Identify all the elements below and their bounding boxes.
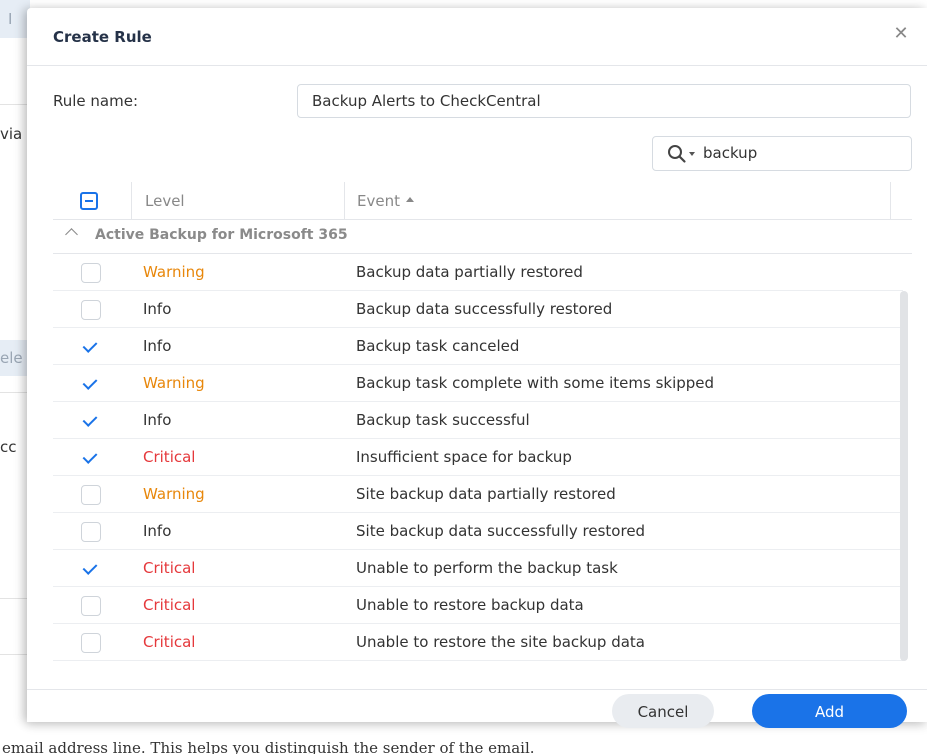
row-event: Unable to restore the site backup data	[356, 633, 645, 651]
table-row[interactable]: Critical Unable to perform the backup tas…	[53, 550, 903, 587]
row-level: Critical	[143, 596, 196, 614]
row-checkbox[interactable]	[81, 337, 101, 357]
row-level: Critical	[143, 448, 196, 466]
rule-name-label: Rule name:	[53, 92, 139, 110]
background-fragment: I	[8, 10, 13, 28]
row-event: Insufficient space for backup	[356, 448, 572, 466]
table-row[interactable]: Critical Unable to restore the site backu…	[53, 624, 903, 661]
row-level: Critical	[143, 633, 196, 651]
row-level: Info	[143, 300, 172, 318]
table-row[interactable]: Critical Unable to restore backup data	[53, 587, 903, 624]
background-divider	[0, 654, 30, 655]
add-button[interactable]: Add	[752, 694, 907, 728]
table-header: Level Event	[53, 182, 912, 220]
sort-ascending-icon	[405, 197, 414, 202]
row-checkbox[interactable]	[81, 559, 101, 579]
row-level: Info	[143, 522, 172, 540]
background-header-strip	[0, 0, 30, 38]
row-event: Backup data successfully restored	[356, 300, 613, 318]
row-checkbox[interactable]	[81, 485, 101, 505]
table-row[interactable]: Warning Backup data partially restored	[53, 254, 903, 291]
cancel-button[interactable]: Cancel	[612, 694, 714, 728]
dialog-title: Create Rule	[53, 28, 152, 46]
search-input[interactable]: backup	[703, 137, 757, 170]
column-divider	[890, 182, 891, 219]
row-event: Backup task complete with some items ski…	[356, 374, 715, 392]
table-row[interactable]: Warning Backup task complete with some it…	[53, 365, 903, 402]
column-header-event[interactable]: Event	[357, 192, 414, 210]
column-divider	[344, 182, 345, 219]
row-event: Site backup data successfully restored	[356, 522, 646, 540]
search-icon[interactable]	[667, 144, 687, 164]
close-icon[interactable]: ✕	[889, 22, 913, 46]
row-event: Backup task successful	[356, 411, 530, 429]
group-title: Active Backup for Microsoft 365	[95, 227, 348, 243]
column-header-event-label: Event	[357, 192, 400, 210]
row-checkbox[interactable]	[81, 522, 101, 542]
row-event: Unable to perform the backup task	[356, 559, 618, 577]
background-bottom-text: email address line. This helps you disti…	[2, 739, 535, 754]
row-level: Warning	[143, 485, 205, 503]
table-row[interactable]: Warning Site backup data partially restor…	[53, 476, 903, 513]
row-level: Warning	[143, 263, 205, 281]
row-checkbox[interactable]	[81, 300, 101, 320]
column-divider	[131, 182, 132, 219]
row-event: Backup data partially restored	[356, 263, 583, 281]
column-header-level[interactable]: Level	[145, 192, 185, 210]
events-table: Level Event Active Backup for Microsoft …	[53, 182, 912, 662]
group-header[interactable]: Active Backup for Microsoft 365	[53, 220, 912, 254]
row-level: Info	[143, 337, 172, 355]
background-fragment: ele	[0, 349, 23, 367]
dialog-footer-divider	[27, 689, 927, 690]
rule-name-input[interactable]: Backup Alerts to CheckCentral	[297, 84, 911, 118]
dialog-header-divider	[27, 65, 927, 66]
table-row[interactable]: Info Backup task canceled	[53, 328, 903, 365]
table-row[interactable]: Critical Insufficient space for backup	[53, 439, 903, 476]
row-event: Site backup data partially restored	[356, 485, 616, 503]
table-row[interactable]: Info Backup task successful	[53, 402, 903, 439]
create-rule-dialog: Create Rule ✕ Rule name: Backup Alerts t…	[27, 8, 927, 722]
background-fragment: cc	[0, 438, 17, 456]
background-divider	[0, 598, 30, 599]
row-event: Unable to restore backup data	[356, 596, 584, 614]
row-checkbox[interactable]	[81, 633, 101, 653]
background-fragment: via	[0, 125, 23, 143]
row-checkbox[interactable]	[81, 448, 101, 468]
chevron-up-icon[interactable]	[65, 228, 78, 241]
table-body: Warning Backup data partially restored Inf…	[53, 254, 903, 661]
select-all-checkbox[interactable]	[80, 192, 98, 210]
row-level: Critical	[143, 559, 196, 577]
row-level: Info	[143, 411, 172, 429]
table-scrollbar[interactable]	[900, 291, 908, 661]
background-divider	[0, 104, 30, 105]
row-checkbox[interactable]	[81, 263, 101, 283]
row-checkbox[interactable]	[81, 596, 101, 616]
search-field[interactable]: backup	[652, 136, 912, 171]
table-row[interactable]: Info Backup data successfully restored	[53, 291, 903, 328]
row-level: Warning	[143, 374, 205, 392]
background-divider	[0, 392, 30, 393]
row-checkbox[interactable]	[81, 411, 101, 431]
row-event: Backup task canceled	[356, 337, 520, 355]
chevron-down-icon[interactable]	[689, 152, 695, 156]
row-checkbox[interactable]	[81, 374, 101, 394]
table-row[interactable]: Info Site backup data successfully restor…	[53, 513, 903, 550]
